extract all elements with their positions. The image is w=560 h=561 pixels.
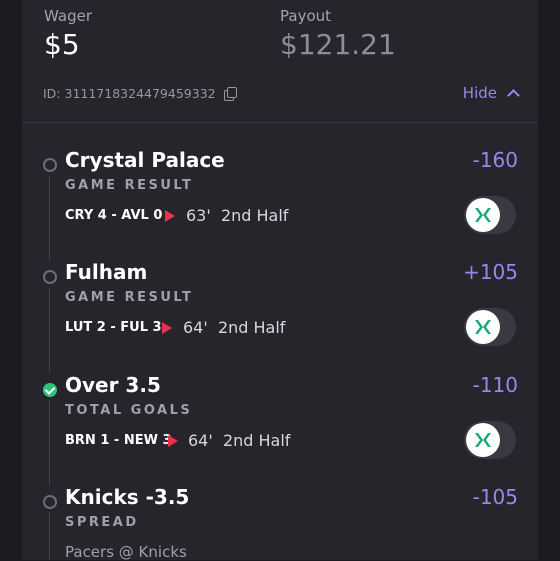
status-open-icon [43,495,57,509]
leg-odds: +105 [463,260,518,284]
copy-icon[interactable] [223,87,237,101]
live-toggle[interactable] [464,421,516,459]
leg-clock: 63' 2nd Half [186,206,288,225]
leg-minute: 64' [188,431,213,450]
leg-market: TOTAL GOALS [65,403,193,418]
leg-connector [49,176,50,260]
leg-odds: -105 [472,485,518,509]
toggle-knob [466,423,500,457]
brand-logo-icon [475,320,491,334]
payout-value: $121.21 [280,28,396,61]
leg-connector [49,401,50,485]
bet-id-row: ID: 3111718324479459332 [43,86,237,101]
leg-clock: 64' 2nd Half [183,318,285,337]
hide-button[interactable]: Hide [462,84,520,102]
live-toggle[interactable] [464,308,516,346]
leg-matchup: Pacers @ Knicks [65,543,187,561]
leg-item: Fulham +105 GAME RESULT LUT 2 - FUL 3 64… [22,260,538,372]
live-play-icon [168,435,178,447]
leg-connector [49,288,50,372]
leg-selection: Knicks -3.5 [65,485,190,509]
divider [22,122,538,123]
leg-item: Over 3.5 -110 TOTAL GOALS BRN 1 - NEW 3 … [22,373,538,485]
leg-period: 2nd Half [220,206,289,225]
leg-market: SPREAD [65,515,139,530]
leg-minute: 63' [186,206,211,225]
leg-score: BRN 1 - NEW 3 [65,433,172,448]
toggle-knob [466,198,500,232]
status-open-icon [43,158,57,172]
chevron-up-icon [507,89,520,102]
leg-period: 2nd Half [222,431,291,450]
leg-item: Knicks -3.5 -105 SPREAD Pacers @ Knicks [22,485,538,561]
toggle-knob [466,310,500,344]
leg-score: CRY 4 - AVL 0 [65,208,163,223]
payout-label: Payout [280,7,332,25]
leg-connector [49,513,50,560]
live-play-icon [162,322,172,334]
leg-market: GAME RESULT [65,178,194,193]
hide-label: Hide [462,84,497,102]
leg-selection: Crystal Palace [65,148,225,172]
leg-selection: Fulham [65,260,148,284]
leg-score: LUT 2 - FUL 3 [65,320,162,335]
leg-clock: 64' 2nd Half [188,431,290,450]
leg-item: Crystal Palace -160 GAME RESULT CRY 4 - … [22,148,538,260]
wager-value: $5 [44,28,80,61]
leg-period: 2nd Half [217,318,286,337]
brand-logo-icon [475,433,491,447]
bet-card: Wager $5 Payout $121.21 ID: 311171832447… [22,0,538,561]
leg-odds: -110 [472,373,518,397]
live-play-icon [165,210,175,222]
status-won-check-icon [43,383,57,397]
leg-market: GAME RESULT [65,290,194,305]
leg-odds: -160 [472,148,518,172]
live-toggle[interactable] [464,196,516,234]
leg-selection: Over 3.5 [65,373,161,397]
brand-logo-icon [475,208,491,222]
status-open-icon [43,270,57,284]
leg-minute: 64' [183,318,208,337]
bet-id: ID: 3111718324479459332 [43,86,216,101]
wager-label: Wager [44,7,92,25]
